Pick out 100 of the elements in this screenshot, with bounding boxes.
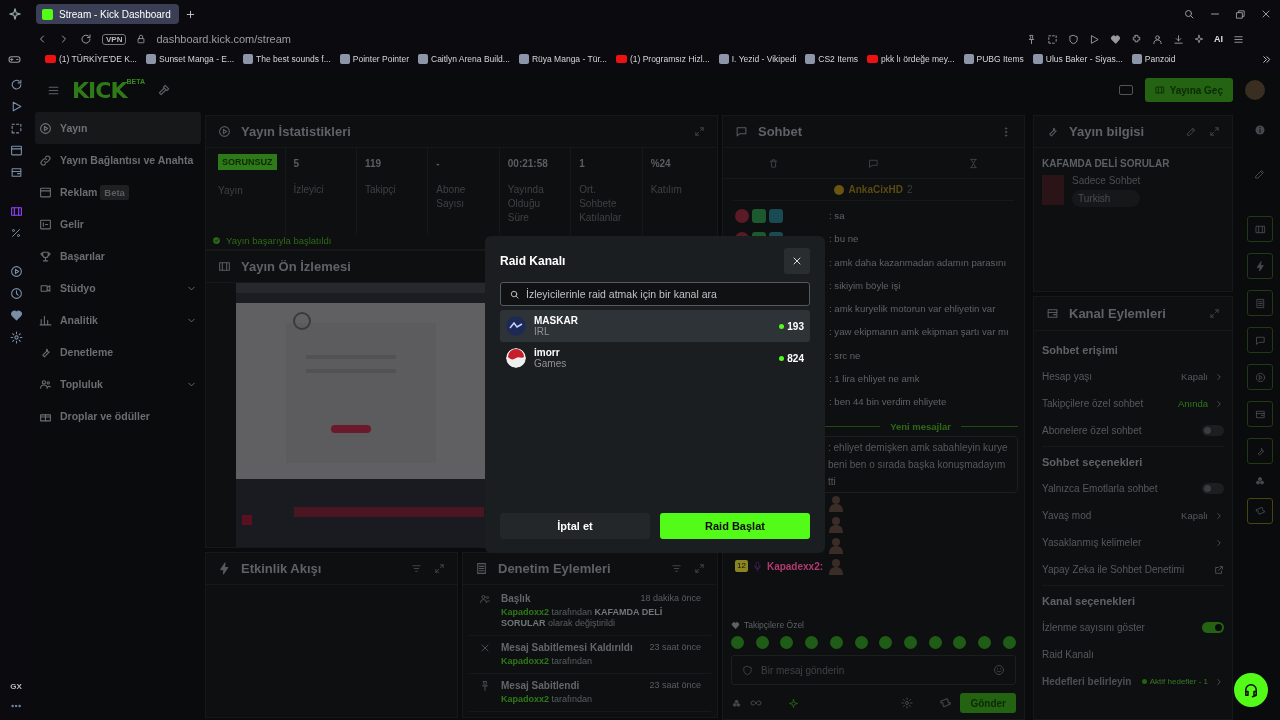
crop-icon[interactable] [1047, 33, 1058, 45]
expand-icon[interactable] [1209, 308, 1220, 319]
panel-toggle-button[interactable] [1247, 327, 1273, 353]
new-tab-icon[interactable] [184, 8, 196, 20]
gx-label[interactable]: GX [10, 682, 22, 691]
nav-item[interactable]: Yayın Bağlantısı ve Anahta [35, 144, 201, 176]
heart-icon[interactable] [9, 309, 23, 322]
smile-icon[interactable] [993, 664, 1005, 676]
film-icon[interactable] [9, 205, 23, 218]
nav-item[interactable]: Droplar ve ödüller [35, 400, 201, 432]
external-icon[interactable] [1214, 564, 1224, 575]
nav-item[interactable]: Başarılar [35, 240, 201, 272]
bookmark-link[interactable]: Caitlyn Arena Build... [431, 54, 510, 64]
ai-button[interactable]: AI [1214, 34, 1223, 44]
shield-icon[interactable] [1068, 33, 1079, 45]
emote-icon[interactable] [755, 636, 769, 649]
bookmark-link[interactable]: I. Yezid - Vikipedi [731, 54, 797, 64]
address-field[interactable]: dashboard.kick.com/stream [156, 33, 291, 45]
panel-toggle-button[interactable] [1247, 438, 1273, 464]
emote-icon[interactable] [928, 636, 942, 649]
double-chevron-icon[interactable] [1261, 53, 1272, 65]
emote-icon[interactable] [1002, 636, 1016, 649]
download-icon[interactable] [1173, 33, 1184, 45]
search-field[interactable]: İzleyicilerinle raid atmak için bir kanal ara [500, 282, 810, 306]
bookmark-link[interactable]: (1) TÜRKİYE'DE K... [59, 54, 137, 64]
browser-tab[interactable]: Stream - Kick Dashboard [36, 4, 179, 24]
user-link[interactable]: Kapadoxx2 [501, 656, 550, 666]
channel-row[interactable]: MASKAR IRL 193 [500, 310, 810, 342]
close-icon[interactable] [1260, 8, 1272, 20]
nav-item[interactable]: Analitik [35, 304, 201, 336]
emote-icon[interactable] [879, 636, 893, 649]
nav-item[interactable]: Stüdyo [35, 272, 201, 304]
channel-row[interactable]: imorr Games 824 [500, 342, 810, 374]
drops-icon[interactable] [731, 697, 742, 709]
bookmark-link[interactable]: Panzoid [1144, 54, 1176, 64]
bookmark-link[interactable]: Rüya Manga - Tür... [531, 54, 607, 64]
expand-icon[interactable] [434, 563, 445, 574]
pencil-icon[interactable] [1186, 126, 1197, 137]
avatar-icon[interactable] [1245, 80, 1265, 100]
emote-icon[interactable] [978, 636, 992, 649]
hammer-icon[interactable] [157, 83, 171, 97]
nav-item[interactable]: Reklam Beta [35, 176, 201, 208]
toggle-switch[interactable] [1202, 483, 1224, 494]
pencil-icon[interactable] [1254, 168, 1266, 180]
expand-icon[interactable] [1209, 126, 1220, 137]
filter-icon[interactable] [411, 563, 422, 574]
store-icon[interactable] [9, 166, 23, 179]
person-icon[interactable] [1152, 33, 1163, 45]
nav-item[interactable]: Topluluk [35, 368, 201, 400]
panel-toggle-button[interactable] [1247, 498, 1273, 524]
bookmark-link[interactable]: Sunset Manga - E... [159, 54, 235, 64]
cancel-button[interactable]: İptal et [500, 513, 650, 539]
crop-icon[interactable] [9, 122, 23, 135]
emote-icon[interactable] [829, 636, 843, 649]
info-icon[interactable] [1254, 124, 1266, 136]
reload-icon[interactable] [9, 78, 23, 91]
emote-icon[interactable] [854, 636, 868, 649]
filter-icon[interactable] [671, 563, 682, 574]
emote-icon[interactable] [805, 636, 819, 649]
panel-toggle-button[interactable] [1247, 216, 1273, 242]
panel-toggle-button[interactable] [1247, 290, 1273, 316]
hourglass-icon[interactable] [968, 157, 980, 169]
bookmark-link[interactable]: Ulus Baker - Siyas... [1045, 54, 1123, 64]
panel-toggle-button[interactable] [1247, 401, 1273, 427]
emote-icon[interactable] [780, 636, 794, 649]
start-raid-button[interactable]: Raid Başlat [660, 513, 810, 539]
expand-icon[interactable] [694, 563, 705, 574]
setting-value[interactable]: Anında [1177, 398, 1208, 409]
ticket-icon[interactable] [939, 696, 953, 710]
chat-icon[interactable] [868, 157, 879, 169]
user-link[interactable]: Kapadoxx2 [501, 694, 550, 704]
puzzle-icon[interactable] [1131, 33, 1142, 45]
toggle-switch[interactable] [1202, 425, 1224, 436]
bookmark-link[interactable]: pkk lı ördeğe mey... [881, 54, 955, 64]
browser-logo-icon[interactable] [8, 7, 22, 21]
clock-icon[interactable] [9, 287, 23, 300]
bookmark-link[interactable]: Pointer Pointer [352, 54, 409, 64]
percent-icon[interactable] [10, 227, 22, 239]
trash-icon[interactable] [767, 157, 779, 169]
window-icon[interactable] [9, 144, 23, 157]
play-icon[interactable] [1089, 33, 1100, 45]
restore-icon[interactable] [1235, 8, 1246, 20]
emote-icon[interactable] [904, 636, 918, 649]
sparkle-icon[interactable] [788, 697, 799, 709]
expand-icon[interactable] [694, 126, 705, 137]
menu-icon[interactable] [1233, 33, 1244, 45]
nav-item[interactable]: Yayın [35, 112, 201, 144]
chevron-right-icon[interactable] [1214, 676, 1224, 687]
emote-icon[interactable] [953, 636, 967, 649]
nav-item[interactable]: Denetleme [35, 336, 201, 368]
chevron-right-icon[interactable] [1214, 537, 1224, 548]
panel-toggle-button[interactable] [1247, 364, 1273, 390]
reload-icon[interactable] [80, 33, 92, 45]
heart-icon[interactable] [1110, 33, 1121, 45]
bookmark-link[interactable]: PUBG Items [976, 54, 1024, 64]
emote-icon[interactable] [731, 636, 744, 649]
bookmark-link[interactable]: (1) Programsız Hizl... [629, 54, 710, 64]
nav-item[interactable]: Gelir [35, 208, 201, 240]
drops-icon[interactable] [1254, 475, 1266, 487]
close-button[interactable] [784, 248, 810, 274]
